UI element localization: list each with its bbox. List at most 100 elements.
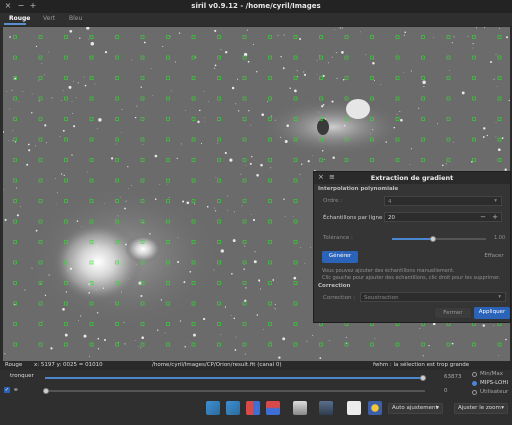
star — [289, 87, 291, 89]
max-slider[interactable] — [45, 375, 426, 381]
star — [334, 29, 336, 30]
star — [123, 321, 125, 323]
star — [141, 336, 144, 339]
zoom-fit-label: Ajuster le zoom — [458, 405, 501, 411]
star — [296, 70, 298, 72]
correction-value: Soustraction — [364, 295, 399, 301]
negative-view-icon[interactable] — [347, 401, 361, 415]
increment-icon[interactable]: + — [492, 213, 498, 221]
rotate-left-icon[interactable] — [206, 401, 220, 415]
star — [393, 126, 396, 129]
star — [157, 329, 159, 331]
decrement-icon[interactable]: − — [480, 213, 486, 221]
min-slider[interactable] — [43, 388, 425, 394]
star — [321, 105, 324, 108]
star — [497, 148, 501, 152]
star — [505, 338, 507, 341]
star — [178, 32, 181, 34]
tolerance-slider[interactable] — [392, 236, 486, 242]
star — [213, 269, 215, 271]
running-man-nebula — [125, 235, 161, 263]
star — [331, 100, 334, 103]
tolerance-slider-handle[interactable] — [430, 236, 437, 242]
horsehead-silhouette — [317, 119, 329, 135]
generate-button[interactable]: Générer — [322, 251, 358, 263]
mirror-horizontal-icon[interactable] — [246, 401, 260, 415]
star — [76, 220, 79, 222]
star — [399, 111, 401, 113]
tab-rouge[interactable]: Rouge — [9, 15, 30, 22]
order-select[interactable]: 4 ▾ — [384, 196, 502, 206]
tab-vert[interactable]: Vert — [43, 15, 55, 22]
star — [97, 337, 100, 340]
star — [107, 263, 108, 264]
star — [41, 320, 43, 322]
star — [246, 29, 249, 31]
photometry-icon[interactable] — [319, 401, 333, 415]
star — [38, 80, 40, 82]
horsehead-region — [263, 99, 403, 155]
star — [472, 47, 474, 49]
min-slider-handle[interactable] — [43, 388, 49, 394]
star — [65, 291, 68, 293]
star — [90, 41, 95, 46]
star — [250, 124, 252, 126]
star — [214, 64, 217, 67]
checkbox-icon[interactable]: ✓ — [4, 387, 10, 393]
star — [244, 299, 247, 302]
clear-button[interactable]: Effacer — [480, 251, 508, 263]
correction-select[interactable]: Soustraction ▾ — [360, 292, 506, 302]
star — [142, 144, 144, 146]
false-color-icon[interactable] — [368, 401, 382, 415]
star — [174, 61, 176, 63]
radio-mips[interactable] — [472, 381, 477, 386]
star — [73, 81, 74, 82]
star — [316, 59, 318, 61]
star — [245, 287, 247, 289]
radio-minmax[interactable] — [472, 372, 477, 377]
star — [51, 97, 53, 99]
star — [35, 145, 36, 147]
histogram-icon[interactable] — [293, 401, 307, 415]
mirror-vertical-icon[interactable] — [266, 401, 280, 415]
link-icon[interactable]: ⚭ — [13, 386, 19, 394]
star — [225, 51, 228, 54]
apply-button[interactable]: Appliquer — [474, 307, 510, 319]
star — [495, 122, 497, 123]
radio-user[interactable] — [472, 390, 477, 395]
auto-adjust-dropdown[interactable]: Auto ajustement ▾ — [388, 403, 443, 414]
window-title: siril v0.9.12 - /home/cyril/Images — [191, 2, 321, 10]
close-button[interactable]: Fermer — [434, 307, 472, 319]
rotate-right-icon[interactable] — [226, 401, 240, 415]
max-slider-handle[interactable] — [420, 375, 426, 381]
star — [80, 315, 82, 317]
star — [318, 111, 320, 113]
star — [60, 173, 63, 175]
star — [62, 307, 65, 311]
star — [115, 143, 117, 145]
star — [370, 133, 371, 135]
star — [422, 80, 426, 85]
star — [170, 35, 171, 37]
tab-bleu[interactable]: Bleu — [69, 15, 82, 22]
star — [154, 198, 157, 200]
clip-mode-select[interactable]: tronquer — [10, 373, 34, 379]
star — [240, 173, 242, 175]
star — [286, 124, 289, 127]
star — [40, 283, 42, 285]
correction-label: Correction : — [323, 295, 356, 301]
star — [151, 67, 152, 69]
star — [322, 74, 325, 77]
star — [341, 27, 343, 29]
star — [323, 158, 325, 160]
star — [266, 101, 268, 103]
samples-spinbox[interactable]: 20 − + — [384, 212, 502, 222]
zoom-fit-dropdown[interactable]: Ajuster le zoom ▾ — [454, 403, 508, 414]
star — [472, 43, 474, 45]
star — [231, 86, 235, 90]
star — [248, 110, 250, 112]
star — [48, 51, 50, 53]
star — [233, 211, 235, 213]
star — [125, 200, 127, 202]
star — [321, 150, 324, 152]
